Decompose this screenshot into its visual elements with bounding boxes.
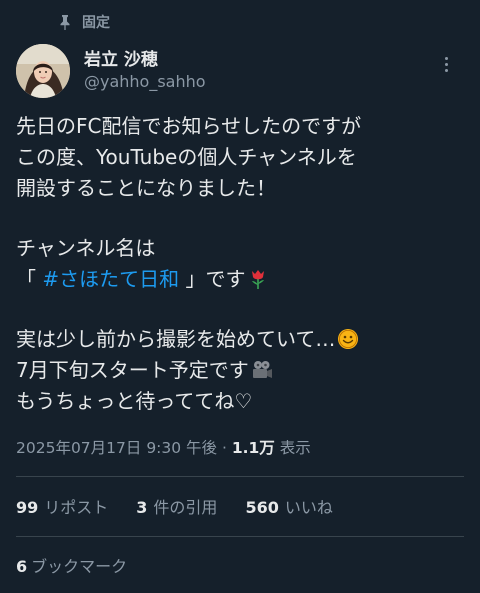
divider <box>16 536 464 537</box>
tweet-line: チャンネル名は <box>16 236 156 260</box>
pinned-indicator: 固定 <box>58 12 110 32</box>
quotes-stat[interactable]: 3 件の引用 <box>136 494 217 518</box>
tulip-emoji <box>252 270 265 289</box>
view-count: 1.1万 <box>231 439 275 457</box>
tweet-header: 岩立 沙穂 @yahho_sahho <box>16 42 464 100</box>
user-handle[interactable]: @yahho_sahho <box>84 71 206 93</box>
avatar[interactable] <box>16 44 70 98</box>
views-label: 表示 <box>274 439 311 457</box>
tweet-line: 7月下旬スタート予定です <box>16 355 466 386</box>
tweet-line: 実は少し前から撮影を始めていて… <box>16 324 466 355</box>
film-camera-emoji <box>252 361 272 378</box>
engagement-stats: 99 リポスト 3 件の引用 560 いいね <box>16 494 333 518</box>
bookmarks-stat[interactable]: 6 ブックマーク <box>16 553 127 577</box>
tweet-line: もうちょっと待っててね♡ <box>16 389 253 413</box>
tweet-line: 開設することになりました！ <box>16 176 276 200</box>
likes-stat[interactable]: 560 いいね <box>245 494 332 518</box>
pinned-label: 固定 <box>82 15 110 31</box>
reposts-stat[interactable]: 99 リポスト <box>16 494 108 518</box>
timestamp[interactable]: 2025年07月17日 9:30 午後 · <box>16 439 232 457</box>
divider <box>16 476 464 477</box>
smile-emoji <box>338 329 359 349</box>
tweet-meta: 2025年07月17日 9:30 午後 · 1.1万 表示 <box>16 436 311 458</box>
tweet-line: 「 #さほたて日和 」です <box>16 264 466 295</box>
display-name[interactable]: 岩立 沙穂 <box>84 49 206 71</box>
tweet-text: 先日のFC配信でお知らせしたのですが この度、YouTubeの個人チャンネルを … <box>16 111 466 417</box>
pin-icon <box>60 15 70 30</box>
tweet-line: 先日のFC配信でお知らせしたのですが <box>16 114 362 138</box>
tweet-line: この度、YouTubeの個人チャンネルを <box>16 145 357 169</box>
hashtag-link[interactable]: #さほたて日和 <box>42 267 179 291</box>
more-icon[interactable] <box>436 52 456 76</box>
